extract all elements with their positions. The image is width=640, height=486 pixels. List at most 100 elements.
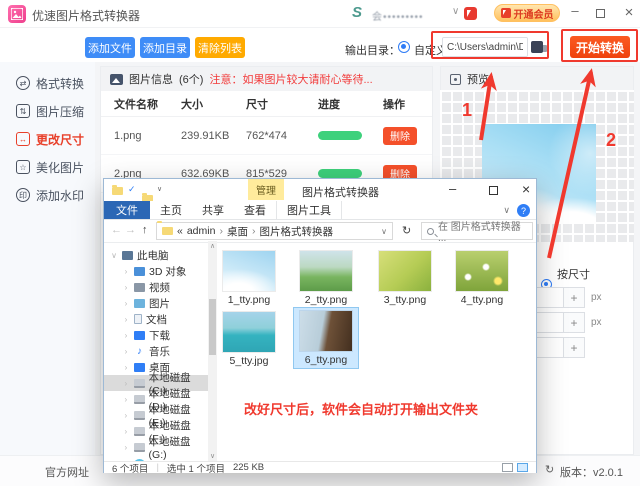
tree-item-downloads[interactable]: › 下载 — [104, 327, 208, 343]
crumb[interactable]: admin — [187, 225, 216, 237]
file-size: 239.91KB — [181, 129, 230, 142]
output-path-input[interactable] — [443, 38, 527, 56]
clear-list-button[interactable]: 清除列表 — [195, 37, 245, 58]
thumbnail-view-icon[interactable] — [517, 463, 528, 472]
chevron-right-icon[interactable]: › — [122, 299, 130, 308]
plus-button[interactable]: + — [563, 287, 585, 308]
scrollbar-thumb[interactable] — [209, 299, 216, 355]
file-panel-count: (6个) — [179, 74, 204, 86]
breadcrumb[interactable]: « admin › 桌面 › 图片格式转换器 ∨ — [156, 221, 393, 240]
manage-contextual-tab[interactable]: 管理 — [248, 179, 284, 200]
minimize-button[interactable]: – — [566, 3, 584, 23]
delete-button[interactable]: 删除 — [383, 126, 417, 145]
sidebar-item-format-convert[interactable]: ⇄ 格式转换 — [16, 74, 84, 92]
tab-home[interactable]: 主页 — [150, 201, 192, 219]
app-logo-icon — [8, 5, 26, 23]
ribbon-collapse-icon[interactable]: ∨ — [503, 205, 510, 216]
file-item[interactable]: 3_tty.png — [373, 251, 437, 306]
tree-item-documents[interactable]: › 文档 — [104, 311, 208, 327]
crumb[interactable]: 图片格式转换器 — [259, 224, 333, 239]
search-box[interactable]: 在 图片格式转换器 ... — [421, 222, 533, 244]
address-bar: ← → ↑ « admin › 桌面 › 图片格式转换器 ∨ ↻ 在 图片格式转… — [104, 220, 536, 244]
help-icon[interactable]: ? — [517, 204, 530, 217]
sidebar-item-beautify[interactable]: ☆ 美化图片 — [16, 158, 84, 176]
up-icon[interactable]: ↑ — [142, 224, 148, 236]
qat-check-icon[interactable]: ✓ — [128, 184, 136, 195]
back-icon[interactable]: ← — [111, 224, 122, 236]
tree-item-music[interactable]: › ♪ 音乐 — [104, 343, 208, 359]
beautify-icon: ☆ — [16, 160, 30, 174]
scroll-down-icon[interactable]: ∨ — [208, 452, 217, 460]
address-dropdown-icon[interactable]: ∨ — [381, 227, 387, 236]
output-path-wrap — [442, 37, 528, 57]
chevron-right-icon[interactable]: › — [122, 315, 130, 324]
tree-item-drive-g[interactable]: › 本地磁盘 (G:) — [104, 436, 208, 461]
selected-size: 225 KB — [232, 462, 265, 473]
file-item[interactable]: 2_tty.png — [294, 251, 358, 306]
chevron-right-icon[interactable]: › — [122, 347, 130, 356]
chevron-right-icon[interactable]: › — [122, 331, 130, 340]
chevron-right-icon[interactable]: › — [122, 443, 130, 452]
chevron-right-icon[interactable]: › — [122, 379, 130, 388]
sidebar-item-compress[interactable]: ⇅ 图片压缩 — [16, 102, 84, 120]
account-chevron-down-icon[interactable]: ∨ — [452, 6, 459, 17]
app-title: 优速图片格式转换器 — [32, 9, 141, 23]
table-header: 文件名称 大小 尺寸 进度 操作 — [101, 91, 432, 117]
qat-dropdown-icon[interactable]: ∨ — [157, 185, 162, 193]
website-link[interactable]: 官方网址 — [45, 464, 89, 480]
annotation-note: 改好尺寸后，软件会自动打开输出文件夹 — [244, 402, 479, 417]
qat-folder-icon[interactable] — [112, 185, 123, 195]
scroll-up-icon[interactable]: ∧ — [208, 242, 217, 250]
3d-objects-icon — [134, 266, 145, 276]
refresh-icon[interactable]: ↻ — [402, 224, 411, 237]
add-directory-button[interactable]: 添加目录 — [140, 37, 190, 58]
tree-item-this-pc[interactable]: ∨ 此电脑 — [104, 247, 208, 263]
sidebar-item-watermark[interactable]: 印 添加水印 — [16, 186, 84, 204]
chevron-right-icon[interactable]: › — [122, 395, 130, 404]
version-label: 版本：v2.0.1 — [560, 467, 623, 479]
add-file-button[interactable]: 添加文件 — [85, 37, 135, 58]
vip-button[interactable]: 开通会员 — [494, 4, 560, 22]
custom-output-radio[interactable] — [398, 41, 410, 53]
close-button[interactable]: × — [620, 4, 638, 24]
file-item[interactable]: 4_tty.png — [450, 251, 514, 306]
tab-file[interactable]: 文件 — [104, 201, 150, 219]
tree-item-pictures[interactable]: › 图片 — [104, 295, 208, 311]
forward-icon[interactable]: → — [125, 224, 136, 236]
drive-icon — [133, 442, 145, 452]
browse-folder-button[interactable] — [531, 41, 543, 53]
chevron-right-icon[interactable]: › — [122, 267, 130, 276]
sidebar-item-resize[interactable]: ↔ 更改尺寸 — [16, 130, 84, 148]
chevron-right-icon[interactable]: › — [122, 427, 130, 436]
by-size-label: 按尺寸 — [557, 269, 590, 281]
tree-scrollbar[interactable]: ∧ ∨ — [208, 241, 217, 461]
file-item[interactable]: 5_tty.jpg — [217, 312, 281, 367]
selected-count: 选中 1 个项目 — [166, 463, 225, 475]
sidebar — [0, 62, 95, 455]
chevron-down-icon[interactable]: ∨ — [110, 251, 118, 260]
tab-picture-tools[interactable]: 图片工具 — [276, 201, 342, 219]
file-item[interactable]: 1_tty.png — [217, 251, 281, 306]
progress-bar — [318, 131, 362, 140]
maximize-button[interactable] — [596, 9, 605, 18]
drive-icon — [133, 426, 145, 436]
plus-button[interactable]: + — [563, 312, 585, 333]
details-view-icon[interactable] — [502, 463, 513, 472]
chevron-right-icon[interactable]: › — [122, 283, 130, 292]
picture-info-icon — [110, 73, 123, 85]
plus-button[interactable]: + — [563, 337, 585, 358]
refresh-icon[interactable]: ↻ — [545, 463, 554, 476]
start-convert-button[interactable]: 开始转换 — [570, 36, 630, 58]
chevron-right-icon[interactable]: › — [122, 411, 130, 420]
crumb[interactable]: 桌面 — [227, 224, 248, 239]
file-item-selected[interactable]: 6_tty.png — [293, 307, 359, 369]
account-name: 会••••••••• — [372, 12, 424, 23]
tab-share[interactable]: 共享 — [192, 201, 234, 219]
tab-view[interactable]: 查看 — [234, 201, 276, 219]
tree-item-videos[interactable]: › 视频 — [104, 279, 208, 295]
tree-item-3d-objects[interactable]: › 3D 对象 — [104, 263, 208, 279]
chevron-right-icon[interactable]: › — [122, 363, 130, 372]
explorer-maximize-button[interactable] — [489, 186, 498, 195]
explorer-minimize-button[interactable]: – — [449, 181, 456, 196]
explorer-close-button[interactable]: × — [522, 181, 530, 197]
